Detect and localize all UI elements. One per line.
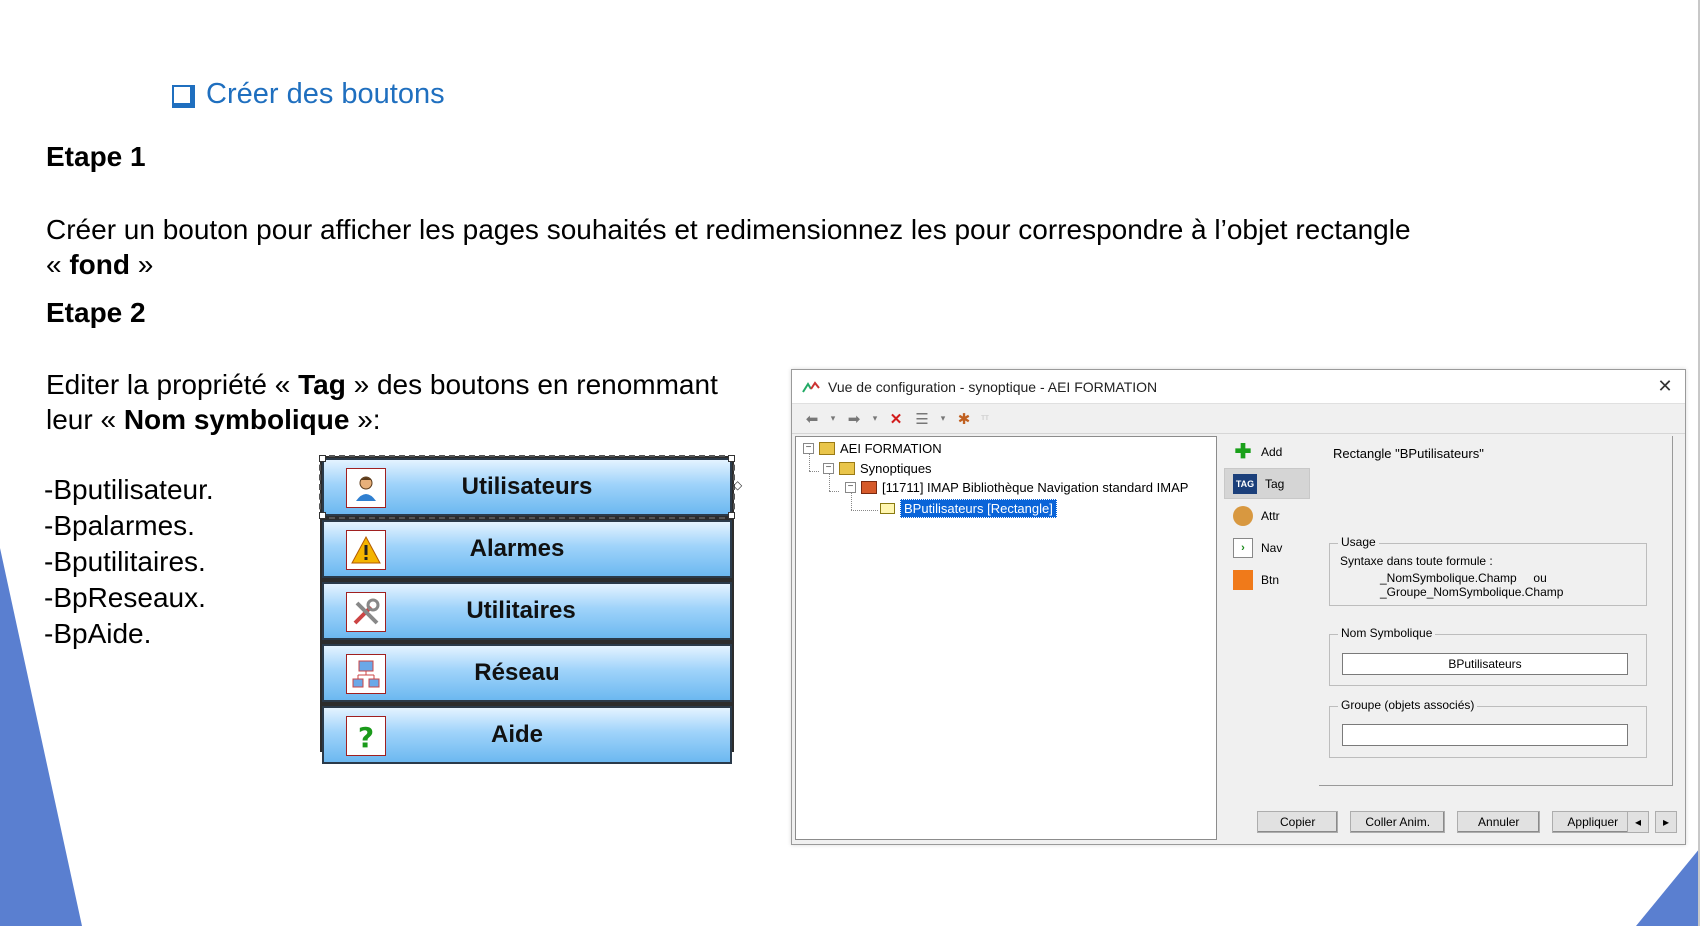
rectangle-icon [880,503,895,514]
tree-node-root[interactable]: − AEI FORMATION [803,441,942,456]
resize-handle[interactable] [319,512,326,519]
next-arrow-icon[interactable]: ▸ [1655,811,1677,833]
window-action-bar: Copier Coller Anim. Annuler Appliquer [1257,811,1634,833]
list-item: -Bputilitaires. [44,546,206,577]
symbol-name-list: -Bputilisateur. -Bpalarmes. -Bputilitair… [44,472,214,652]
folder-icon [839,462,855,475]
resize-handle[interactable] [728,512,735,519]
tag-property-panel: Rectangle "BPutilisateurs" Usage Syntaxe… [1319,436,1673,786]
step2-title: Etape 2 [46,297,146,328]
app-logo-icon [802,380,820,393]
tree-node-synoptiques[interactable]: − Synoptiques [823,461,932,476]
property-sidebar: ✚ Add TAG Tag Attr › Nav Btn [1224,436,1310,596]
prev-arrow-icon[interactable]: ◂ [1627,811,1649,833]
tag-icon: TAG [1233,473,1257,494]
help-button[interactable]: ? Aide [322,706,732,764]
step2-text: Editer la propriété « Tag » des boutons … [46,369,718,435]
apply-button[interactable]: Appliquer [1552,811,1634,833]
utilities-button[interactable]: Utilitaires [322,582,732,640]
folder-icon [819,442,835,455]
filter-icon[interactable]: ᵀᵀ [980,409,990,429]
nav-button-stack: Utilisateurs Alarmes Utilitaires Réseau … [319,455,735,764]
dropdown-arrow-icon[interactable]: ▾ [828,409,838,429]
nom-symbolique-input[interactable]: BPutilisateurs [1342,653,1628,675]
paste-anim-button[interactable]: Coller Anim. [1350,811,1446,833]
groupe-input[interactable] [1342,724,1628,746]
users-button[interactable]: Utilisateurs [319,455,735,519]
sidebar-tag-button[interactable]: TAG Tag [1224,468,1310,499]
sidebar-attr-button[interactable]: Attr [1224,500,1310,531]
list-item: -BpAide. [44,618,152,649]
object-tree: − AEI FORMATION − Synoptiques − [11711] … [795,436,1217,840]
window-toolbar: ⬅ ▾ ➡ ▾ ✕ ☰ ▾ ✱ ᵀᵀ [792,404,1685,434]
config-window: Vue de configuration - synoptique - AEI … [791,369,1686,845]
window-title: Vue de configuration - synoptique - AEI … [828,378,1158,395]
palette-tool-icon[interactable]: ✱ [954,409,974,429]
close-icon[interactable]: ✕ [1645,376,1685,397]
checkbox-bullet-icon [172,84,195,108]
collapse-icon[interactable]: − [845,482,856,493]
resize-handle[interactable] [728,455,735,462]
back-arrow-icon[interactable]: ⬅ [802,409,822,429]
network-button[interactable]: Réseau [322,644,732,702]
collapse-icon[interactable]: − [803,443,814,454]
nav-arrow-icon: › [1233,537,1253,558]
forward-arrow-icon[interactable]: ➡ [844,409,864,429]
resize-handle[interactable] [319,455,326,462]
button-icon [1233,569,1253,590]
palette-icon [1233,505,1253,526]
list-item: -Bputilisateur. [44,474,214,505]
plus-icon: ✚ [1234,441,1252,463]
copy-button[interactable]: Copier [1257,811,1339,833]
list-item: -Bpalarmes. [44,510,195,541]
delete-icon[interactable]: ✕ [886,409,906,429]
sidebar-nav-button[interactable]: › Nav [1224,532,1310,563]
slide-heading: Créer des boutons [172,78,445,111]
nom-symbolique-group: Nom Symbolique BPutilisateurs [1329,626,1647,686]
list-item: -BpReseaux. [44,582,206,613]
tree-node-page[interactable]: − [11711] IMAP Bibliothèque Navigation s… [845,480,1188,495]
cancel-button[interactable]: Annuler [1457,811,1541,833]
sidebar-btn-button[interactable]: Btn [1224,564,1310,595]
page-icon [861,481,877,494]
collapse-icon[interactable]: − [823,463,834,474]
step1-text: Créer un bouton pour afficher les pages … [46,214,1411,280]
alarms-button[interactable]: Alarmes [322,520,732,578]
tree-node-selected-rectangle[interactable]: BPutilisateurs [Rectangle] [880,499,1057,518]
window-titlebar: Vue de configuration - synoptique - AEI … [792,370,1685,404]
rotate-handle-icon[interactable]: ◇ [733,478,742,492]
sidebar-add-button[interactable]: ✚ Add [1224,436,1310,467]
object-title: Rectangle "BPutilisateurs" [1333,446,1484,461]
usage-group: Usage Syntaxe dans toute formule : _NomS… [1329,535,1647,606]
dropdown-arrow-icon[interactable]: ▾ [870,409,880,429]
groupe-group: Groupe (objets associés) [1329,698,1647,758]
list-view-icon[interactable]: ☰ [912,409,932,429]
dropdown-arrow-icon[interactable]: ▾ [938,409,948,429]
step1-title: Etape 1 [46,141,146,172]
